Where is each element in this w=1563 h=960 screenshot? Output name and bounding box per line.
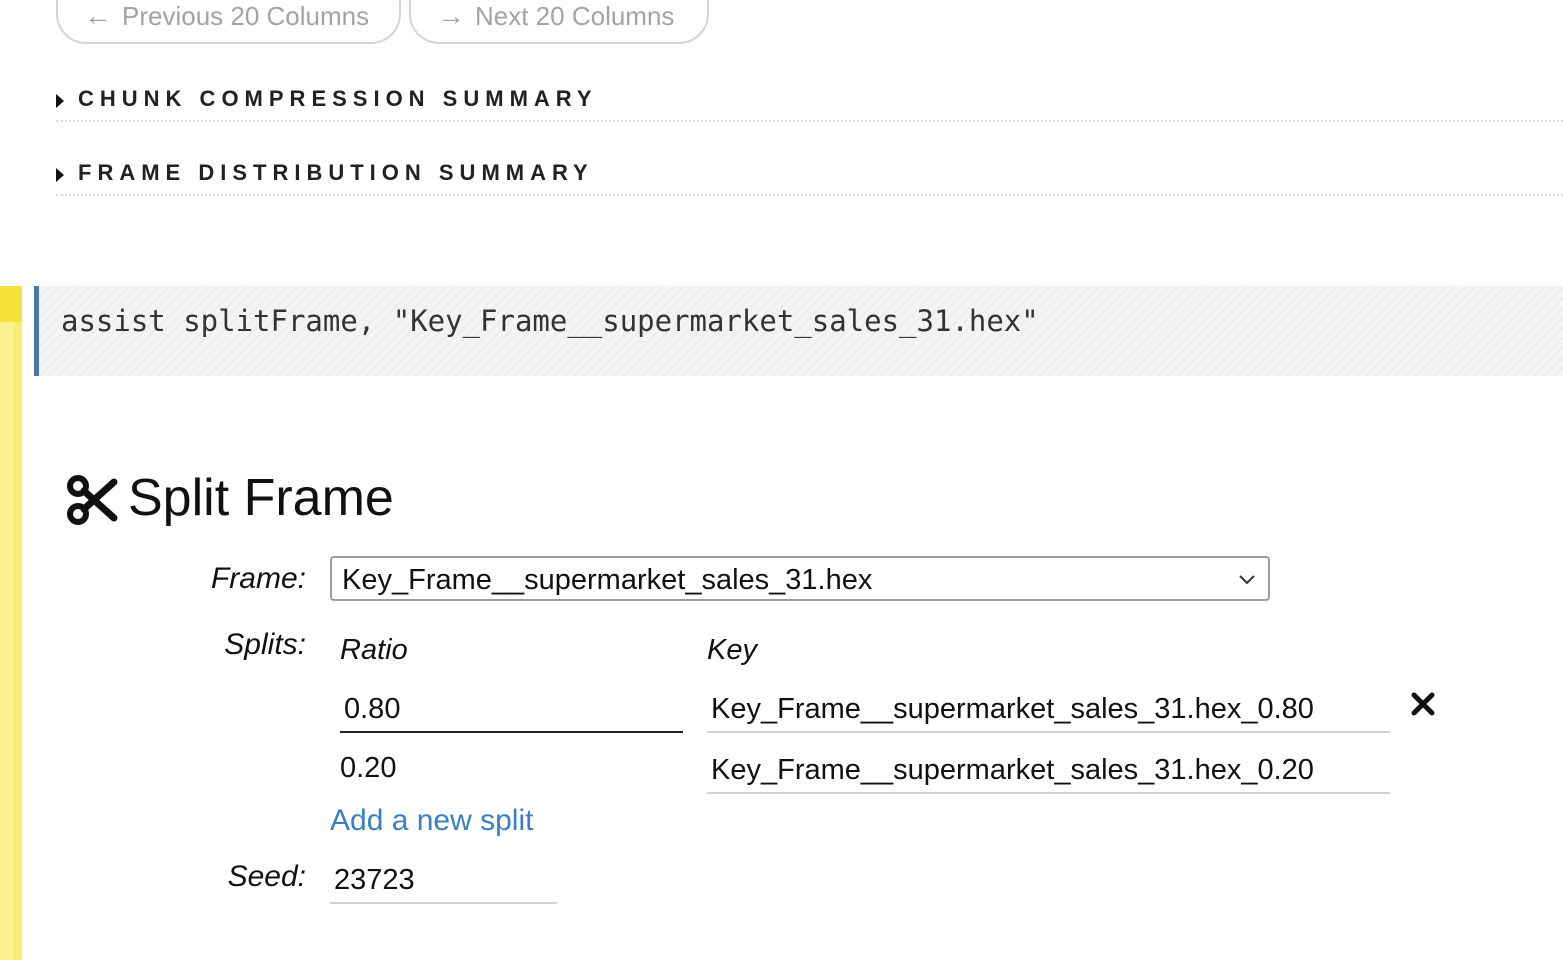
split-ratio-input[interactable]: 0.80 (340, 689, 683, 733)
previous-columns-label: Previous 20 Columns (122, 1, 370, 31)
summary-label: FRAME DISTRIBUTION SUMMARY (78, 160, 594, 185)
add-split-link[interactable]: Add a new split (330, 804, 533, 838)
cell-selection-tab (0, 286, 22, 322)
seed-input[interactable]: 23723 (330, 860, 557, 904)
close-icon[interactable] (1410, 691, 1436, 717)
frame-select[interactable]: Key_Frame__supermarket_sales_31.hex (330, 556, 1270, 601)
frame-select-value: Key_Frame__supermarket_sales_31.hex (342, 564, 873, 596)
ratio-column-header: Ratio (340, 634, 408, 666)
key-column-header: Key (707, 634, 757, 666)
code-cell-text: assist splitFrame, "Key_Frame__supermark… (61, 304, 1039, 338)
active-cell-edge (14, 322, 22, 960)
previous-columns-button[interactable]: ← Previous 20 Columns (56, 0, 401, 44)
next-columns-button[interactable]: → Next 20 Columns (409, 0, 709, 44)
split-key-input[interactable]: Key_Frame__supermarket_sales_31.hex_0.80 (707, 689, 1390, 733)
split-key-input[interactable]: Key_Frame__supermarket_sales_31.hex_0.20 (707, 750, 1390, 794)
arrow-left-icon: ← (84, 0, 112, 31)
next-columns-label: Next 20 Columns (475, 1, 675, 31)
split-frame-title: Split Frame (128, 469, 394, 527)
summary-label: CHUNK COMPRESSION SUMMARY (78, 86, 598, 111)
code-cell[interactable]: assist splitFrame, "Key_Frame__supermark… (34, 286, 1563, 376)
seed-label: Seed: (227, 860, 306, 893)
frame-label: Frame: (210, 562, 306, 595)
chunk-compression-summary-toggle[interactable]: CHUNK COMPRESSION SUMMARY (56, 86, 1563, 122)
frame-distribution-summary-toggle[interactable]: FRAME DISTRIBUTION SUMMARY (56, 160, 1563, 196)
arrow-right-icon: → (437, 0, 465, 31)
splits-label: Splits: (224, 628, 306, 661)
scissors-icon (67, 475, 118, 525)
caret-right-icon (56, 94, 64, 108)
split-ratio-value: 0.20 (340, 752, 397, 784)
caret-right-icon (56, 168, 64, 182)
chevron-down-icon (1239, 575, 1255, 585)
